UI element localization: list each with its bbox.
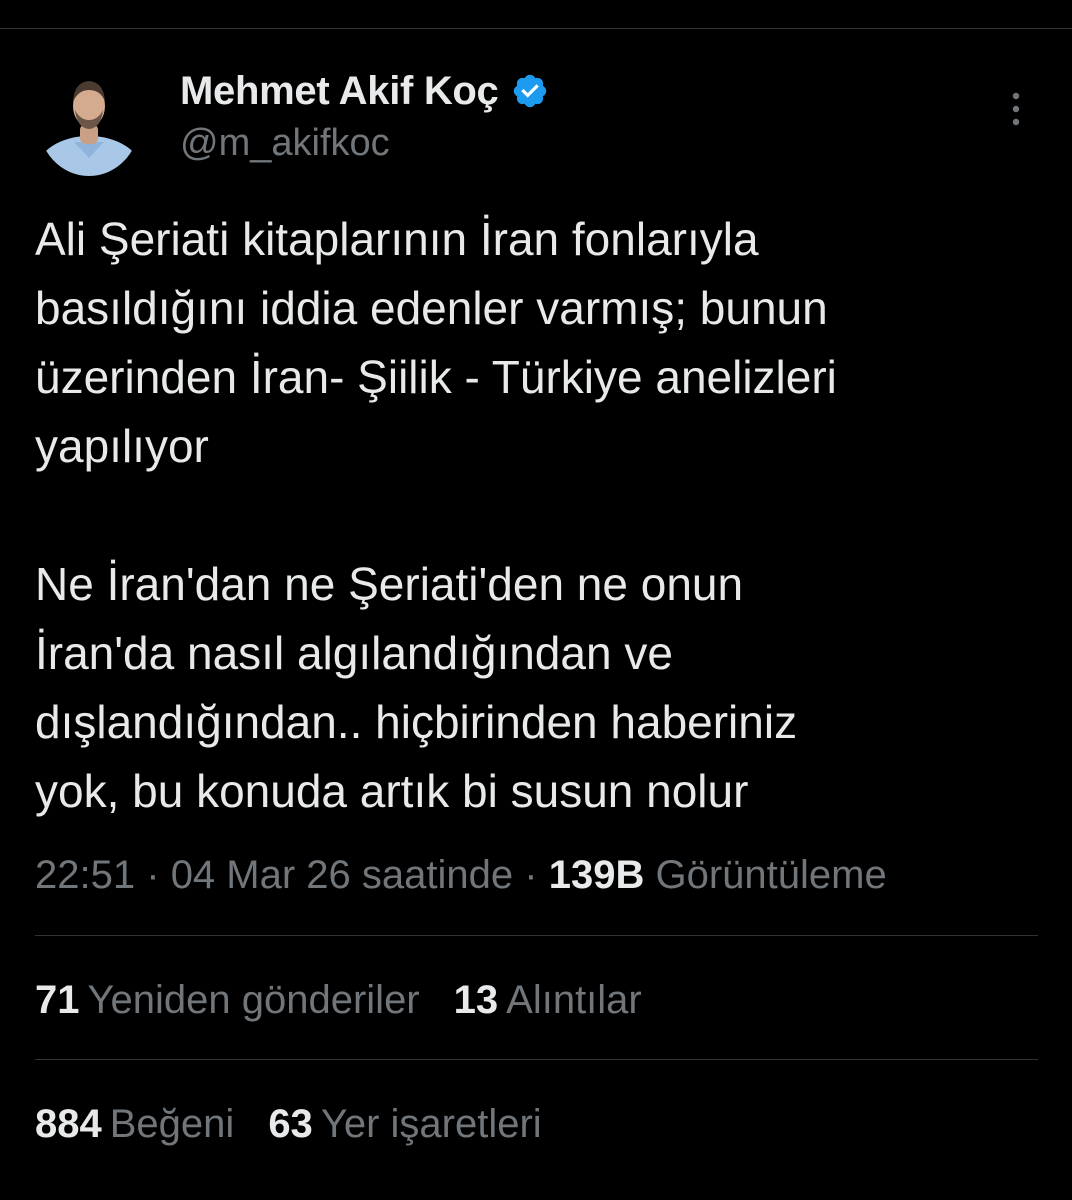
bookmarks-stat[interactable]: 63 Yer işaretleri: [268, 1097, 541, 1151]
divider: [35, 1059, 1038, 1060]
meta-separator: ·: [146, 853, 160, 897]
bookmarks-label: Yer işaretleri: [320, 1102, 542, 1146]
likes-count: 884: [35, 1102, 102, 1146]
avatar-image: [38, 66, 140, 176]
author-handle[interactable]: @m_akifkoc: [180, 122, 390, 165]
tweet-text: Ali Şeriati kitaplarının İran fonlarıyla…: [35, 213, 837, 817]
avatar[interactable]: [38, 66, 140, 176]
retweets-count: 71: [35, 978, 80, 1022]
retweets-stat[interactable]: 71 Yeniden gönderiler: [35, 973, 420, 1027]
author-display-name[interactable]: Mehmet Akif Koç: [180, 69, 499, 114]
retweets-label: Yeniden gönderiler: [87, 978, 420, 1022]
divider: [35, 935, 1038, 936]
author-name-row[interactable]: Mehmet Akif Koç: [180, 66, 549, 116]
meta-separator: ·: [524, 853, 538, 897]
stats-row-reposts: 71 Yeniden gönderiler 13 Alıntılar: [35, 973, 676, 1027]
quotes-label: Alıntılar: [506, 978, 642, 1022]
quotes-count: 13: [453, 978, 499, 1022]
tweet-time[interactable]: 22:51: [35, 853, 135, 897]
bookmarks-count: 63: [268, 1102, 313, 1146]
tweet-meta: 22:51 · 04 Mar 26 saatinde · 139B Görünt…: [35, 848, 887, 902]
stats-row-likes: 884 Beğeni 63 Yer işaretleri: [35, 1097, 576, 1151]
quotes-stat[interactable]: 13 Alıntılar: [454, 973, 642, 1027]
more-vertical-icon[interactable]: [1002, 88, 1030, 132]
top-divider: [0, 28, 1072, 29]
views-count: 139B: [548, 853, 645, 897]
tweet-date[interactable]: 04 Mar 26 saatinde: [171, 853, 513, 897]
likes-stat[interactable]: 884 Beğeni: [35, 1097, 234, 1151]
verified-badge-icon: [511, 72, 549, 110]
views-label: Görüntüleme: [655, 853, 887, 897]
likes-label: Beğeni: [109, 1102, 235, 1146]
